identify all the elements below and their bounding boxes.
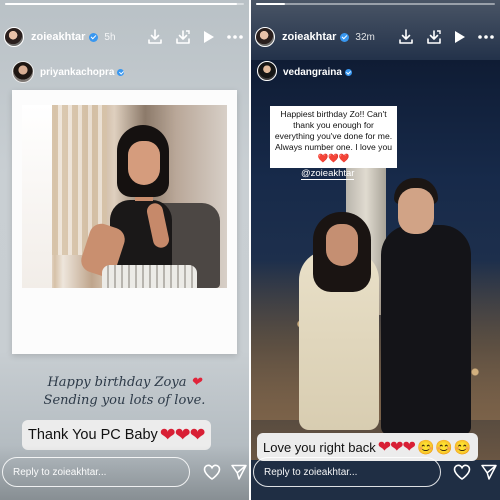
person-figure <box>381 225 471 435</box>
verified-icon <box>117 69 125 76</box>
send-icon[interactable] <box>481 464 497 484</box>
heart-icon[interactable] <box>203 464 221 484</box>
reply-sticker-emojis: 😊😊😊 <box>416 438 473 455</box>
download-icon[interactable] <box>147 29 163 45</box>
avatar[interactable] <box>4 27 24 47</box>
reply-input[interactable] <box>2 457 190 487</box>
birthday-message-line1: Happy birthday Zoya ❤ <box>0 375 249 390</box>
play-icon[interactable] <box>454 30 466 44</box>
download-icon[interactable] <box>398 29 414 45</box>
verified-icon <box>344 69 352 76</box>
play-icon[interactable] <box>203 30 215 44</box>
story-time: 32m <box>355 31 375 43</box>
message-text: Happy birthday Zoya <box>47 375 187 390</box>
story-header: zoieakhtar 32m <box>255 23 494 51</box>
verified-icon <box>89 32 99 42</box>
reshared-avatar <box>257 61 277 81</box>
story-viewer: zoieakhtar 5h priyankachopra Happy birth… <box>0 0 500 500</box>
story-progress-fill <box>256 3 285 5</box>
heart-emoji: ❤ <box>190 375 202 390</box>
verified-icon <box>340 32 350 42</box>
reshared-username-row: vedangraina <box>283 67 352 78</box>
mention-sticker[interactable]: @zoieakhtar <box>301 168 355 180</box>
reply-sticker-hearts: ❤❤❤ <box>159 424 206 446</box>
portrait-photo <box>22 105 227 288</box>
add-story-icon[interactable] <box>426 29 442 45</box>
birthday-message-line2: Sending you lots of love. <box>43 393 206 408</box>
story-left[interactable]: zoieakhtar 5h priyankachopra Happy birth… <box>0 0 249 500</box>
story-header: zoieakhtar 5h <box>4 23 243 51</box>
reshared-username[interactable]: vedangraina <box>283 67 342 78</box>
reshared-avatar <box>12 61 34 83</box>
add-story-icon[interactable] <box>175 29 191 45</box>
story-right[interactable]: zoieakhtar 32m vedangraina Happiest birt… <box>251 0 500 500</box>
avatar[interactable] <box>255 27 275 47</box>
reply-input[interactable] <box>253 457 441 487</box>
story-progress-fill <box>5 3 237 5</box>
story-username[interactable]: zoieakhtar <box>31 31 85 43</box>
reply-sticker-text: Thank You PC Baby <box>28 427 158 443</box>
more-icon[interactable] <box>227 35 243 39</box>
polaroid-frame <box>12 90 237 354</box>
more-icon[interactable] <box>478 35 494 39</box>
reply-sticker-text: Love you right back <box>263 439 376 455</box>
reply-sticker-hearts: ❤❤❤ <box>377 439 416 456</box>
story-progress-bar <box>256 3 495 5</box>
story-time: 5h <box>104 31 116 43</box>
story-progress-bar <box>5 3 244 5</box>
heart-icon[interactable] <box>453 464 471 484</box>
reshared-username-row: priyankachopra <box>40 67 125 78</box>
caption-text-box: Happiest birthday Zo!! Can't thank you e… <box>270 106 397 168</box>
send-icon[interactable] <box>231 464 247 484</box>
story-username[interactable]: zoieakhtar <box>282 31 336 43</box>
reshared-username[interactable]: priyankachopra <box>40 67 114 78</box>
